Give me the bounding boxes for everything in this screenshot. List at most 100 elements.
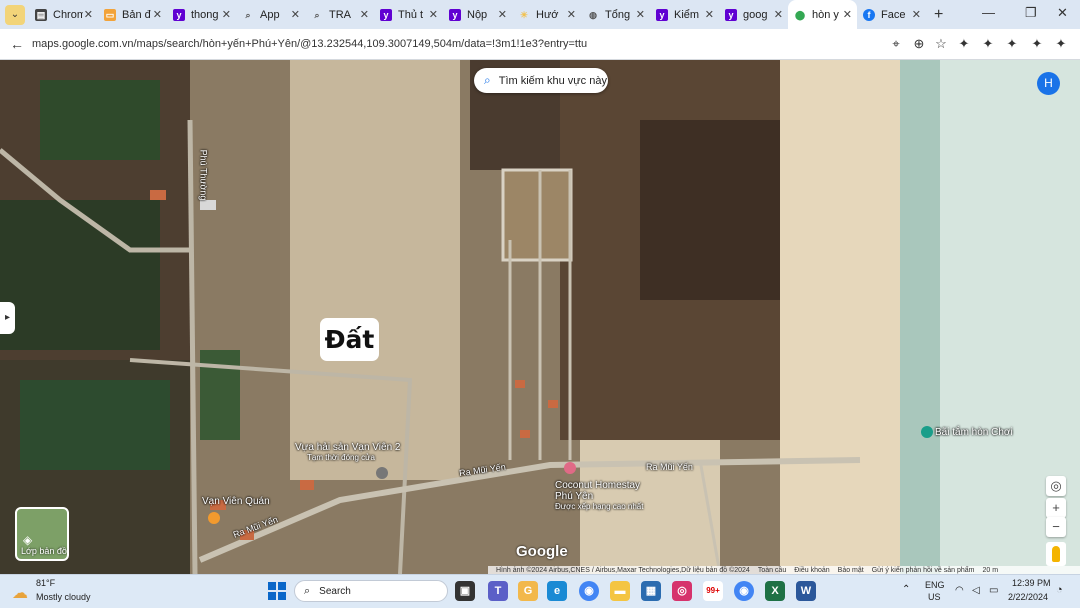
browser-tab[interactable]: y Kiểm ✕ [650,0,719,29]
place-label[interactable]: Vạn Viên Quán [202,496,270,507]
tab-label: Chrom [53,8,83,21]
browser-tab[interactable]: y goog ✕ [719,0,788,29]
browser-tab[interactable]: y Thủ t ✕ [374,0,443,29]
place-label[interactable]: Coconut Homestay Phú Yên Được xếp hạng c… [555,480,643,511]
battery-icon[interactable]: ▭ [989,585,998,596]
extension-icon[interactable]: ✦ [957,37,971,51]
extension-icon[interactable]: ✦ [1054,37,1068,51]
browser-tab[interactable]: ▭ Bản đ ✕ [98,0,167,29]
avatar[interactable]: H [1037,72,1060,95]
land-annotation-label: Đất [320,318,379,361]
search-this-area-button[interactable]: ⌕ Tìm kiếm khu vực này [474,68,608,93]
my-location-button[interactable]: ◎ [1046,476,1066,496]
browser-tab[interactable]: ⌕ App ✕ [236,0,305,29]
language-indicator[interactable]: ENG [925,580,945,590]
task-view-icon[interactable]: ▣ [455,581,475,601]
browser-tab[interactable]: ◍ Tổng ✕ [581,0,650,29]
close-icon[interactable]: ✕ [84,8,93,21]
speaker-icon[interactable]: ◁ [972,585,980,596]
close-icon[interactable]: ✕ [153,8,162,21]
clock-time[interactable]: 12:39 PM [1012,578,1051,588]
new-tab-button[interactable]: + [934,6,943,24]
place-label[interactable]: Vựa hải sản Vạn Viên 2 Tạm thời đóng cửa [295,442,400,462]
bookmark-star-icon[interactable]: ☆ [934,37,948,51]
browser-tab[interactable]: f Face ✕ [857,0,926,29]
privacy-link[interactable]: Bảo mật [838,567,864,574]
weather-temperature[interactable]: 81°F [36,578,55,588]
expand-side-panel-button[interactable]: ▸ [0,302,15,334]
chevron-up-icon[interactable]: ⌃ [902,584,910,595]
cloud-sun-icon[interactable]: ☁ [12,583,28,603]
extension-icon[interactable]: ✦ [1030,37,1044,51]
browser-tab[interactable]: y thong ✕ [167,0,236,29]
terms-link[interactable]: Điều khoản [794,567,829,574]
yahoo-icon: y [380,8,392,21]
plus-icon: + [1052,500,1060,515]
close-icon[interactable]: ✕ [429,8,438,21]
weather-description[interactable]: Mostly cloudy [36,592,91,602]
close-icon[interactable]: ✕ [636,8,645,21]
file-explorer-icon[interactable]: ▬ [610,581,630,601]
word-icon[interactable]: W [796,581,816,601]
close-icon[interactable]: ✕ [774,8,783,21]
layers-icon: ◈ [23,533,33,547]
close-icon[interactable]: ✕ [360,8,369,21]
tab-label: thong [191,8,219,21]
edge-icon[interactable]: e [547,581,567,601]
extension-icon[interactable]: ✦ [981,37,995,51]
tab-label: Kiểm [674,8,700,21]
taskbar-search[interactable]: ⌕ Search [294,580,448,602]
wifi-icon[interactable]: ◠ [955,585,964,596]
start-button[interactable] [268,582,286,600]
tab-search-menu-button[interactable]: ⌄ [5,4,25,25]
browser-tab[interactable]: ▤ Chrom ✕ [29,0,98,29]
extension-icon[interactable]: ✦ [1005,37,1019,51]
files-icon[interactable]: G [518,581,538,601]
globe-icon: ◍ [589,9,597,20]
zoom-out-button[interactable]: − [1046,517,1066,537]
instagram-icon[interactable]: ◎ [672,581,692,601]
street-view-pegman[interactable] [1046,542,1066,566]
chrome-icon[interactable]: ◉ [734,581,754,601]
crosshair-icon: ◎ [1050,478,1062,493]
browser-tab-active[interactable]: ⬤ hòn y ✕ [788,0,857,29]
close-icon[interactable]: ✕ [912,8,921,21]
browser-tab[interactable]: ⌕ TRA ✕ [305,0,374,29]
satellite-imagery [0,60,1080,574]
close-icon[interactable]: ✕ [222,8,231,21]
minimize-icon[interactable]: — [982,5,995,20]
tab-label: Thủ t [398,8,424,21]
browser-tab[interactable]: y Nộp ✕ [443,0,512,29]
chrome-icon[interactable]: ◉ [579,581,599,601]
browser-tab[interactable]: ☀ Hướ ✕ [512,0,581,29]
keyboard-layout-indicator[interactable]: US [928,592,941,602]
tab-label: Face [881,8,906,21]
map-layers-button[interactable]: ◈ Lớp bản đồ [15,507,69,561]
close-icon[interactable]: ✕ [498,8,507,21]
zoom-in-button[interactable]: + [1046,498,1066,518]
place-label[interactable]: Bãi tắm hòn Chơi [935,427,1013,438]
url-field[interactable]: maps.google.com.vn/maps/search/hòn+yến+P… [32,38,587,50]
satellite-map[interactable]: Vựa hải sản Vạn Viên 2 Tạm thời đóng cửa… [0,60,1080,574]
close-icon[interactable]: ✕ [705,8,714,21]
close-icon[interactable]: ✕ [567,8,576,21]
store-icon[interactable]: ▦ [641,581,661,601]
close-icon[interactable]: ✕ [843,8,852,21]
notification-badge[interactable]: 99+ [703,581,723,601]
bell-icon[interactable]: ◔ [1056,584,1063,596]
google-logo: Google [516,543,568,560]
close-icon[interactable]: ✕ [291,8,300,21]
layers-label: Lớp bản đồ [21,546,67,556]
feedback-link[interactable]: Gửi ý kiến phản hồi về sản phẩm [872,567,975,574]
zoom-icon[interactable]: ⊕ [912,37,926,51]
restore-icon[interactable]: ❐ [1025,5,1037,21]
back-arrow-icon[interactable]: ← [10,36,24,52]
yahoo-icon: y [449,8,461,21]
teams-icon[interactable]: T [488,581,508,601]
tab-label: TRA [329,8,351,21]
excel-icon[interactable]: X [765,581,785,601]
clock-date[interactable]: 2/22/2024 [1008,592,1048,602]
close-window-icon[interactable]: ✕ [1057,5,1068,21]
location-pin-icon[interactable]: ⌖ [889,37,903,51]
global-link[interactable]: Toàn cầu [758,567,786,574]
